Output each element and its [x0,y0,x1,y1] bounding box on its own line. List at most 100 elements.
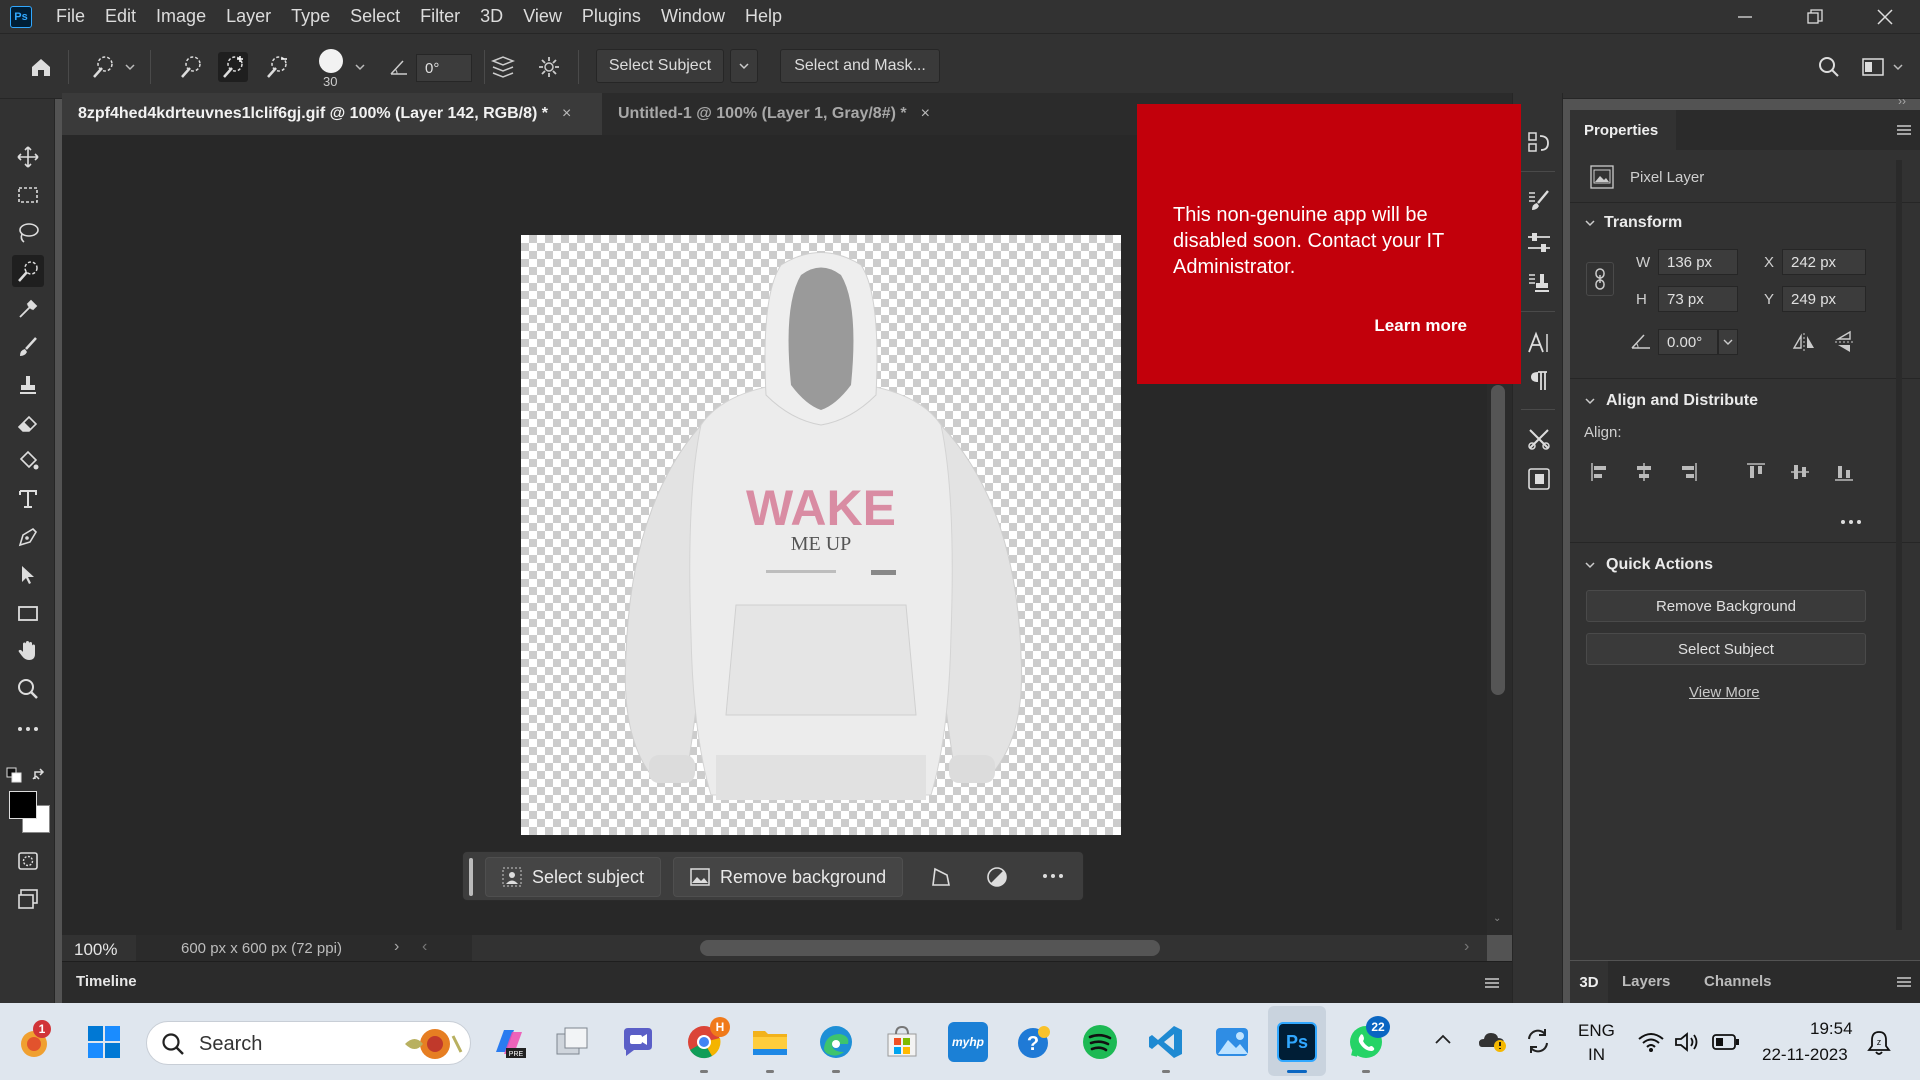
menu-edit[interactable]: Edit [95,0,146,33]
minimize-button[interactable] [1710,0,1780,33]
adjustments-sliders-icon[interactable] [1523,227,1555,259]
flip-vertical-icon[interactable] [1834,330,1854,354]
stamp-tool-icon[interactable] [12,369,44,401]
add-to-selection-icon[interactable] [218,52,248,82]
search-icon[interactable] [1814,52,1844,82]
rectangle-tool-icon[interactable] [12,597,44,629]
align-bottom-icon[interactable] [1834,462,1854,482]
clock-date[interactable]: 22-11-2023 [1762,1045,1848,1065]
subtract-from-selection-icon[interactable] [262,52,292,82]
paint-bucket-tool-icon[interactable] [12,445,44,477]
history-icon[interactable] [1523,127,1555,159]
align-left-icon[interactable] [1590,462,1610,482]
ctx-remove-background-button[interactable]: Remove background [673,857,904,897]
task-view-icon[interactable] [552,1022,592,1062]
angle-field[interactable]: 0.00° [1658,329,1718,355]
align-top-icon[interactable] [1746,462,1766,482]
sample-all-layers-icon[interactable] [488,52,518,82]
lasso-tool-icon[interactable] [12,217,44,249]
tab-active-document[interactable]: 8zpf4hed4kdrteuvnes1lclif6gj.gif @ 100% … [62,93,602,135]
quick-mask-icon[interactable] [12,845,44,877]
quick-selection-tool-icon[interactable] [12,255,44,287]
brush-size-preview-icon[interactable] [316,46,346,76]
scroll-down-icon[interactable]: ⌄ [1493,913,1501,924]
angle-field[interactable]: 0° [416,54,472,82]
document-info[interactable]: 600 px x 600 px (72 ppi) [181,940,342,957]
edge-icon[interactable] [816,1022,856,1062]
foreground-color-swatch[interactable] [9,791,37,819]
width-field[interactable]: 136 px [1658,249,1738,275]
quick-actions-title[interactable]: Quick Actions [1606,556,1713,574]
brushes-panel-icon[interactable] [1523,185,1555,217]
learn-more-link[interactable]: Learn more [1374,316,1467,336]
vscode-icon[interactable] [1146,1022,1186,1062]
remove-background-button[interactable]: Remove Background [1586,590,1866,622]
volume-icon[interactable] [1674,1031,1700,1053]
menu-view[interactable]: View [513,0,572,33]
default-colors-icon[interactable] [6,767,22,783]
brush-chevron-down-icon[interactable] [352,52,368,82]
scroll-left-icon[interactable]: ‹ [422,938,427,956]
align-more-icon[interactable] [1840,519,1862,525]
expand-panels-icon[interactable]: ›› [1898,94,1906,108]
paragraph-panel-icon[interactable] [1523,365,1555,397]
chevron-down-icon[interactable] [122,52,138,82]
align-title[interactable]: Align and Distribute [1606,392,1758,410]
wifi-icon[interactable] [1638,1031,1664,1053]
sync-icon[interactable] [1524,1027,1552,1055]
zoom-tool-icon[interactable] [12,673,44,705]
status-expand-icon[interactable]: › [394,938,399,956]
quick-selection-preset-icon[interactable] [88,52,118,82]
clock-time[interactable]: 19:54 [1810,1019,1853,1039]
align-vertical-center-icon[interactable] [1790,462,1810,482]
document-canvas[interactable]: WAKE ME UP [521,235,1121,835]
menu-layer[interactable]: Layer [216,0,281,33]
type-tool-icon[interactable] [12,483,44,515]
select-subject-dropdown[interactable] [730,49,758,83]
copilot-icon[interactable]: PRE [488,1022,528,1062]
restore-button[interactable] [1780,0,1850,33]
transform-icon[interactable] [929,865,953,889]
zoom-level[interactable]: 100% [74,940,117,960]
teams-chat-icon[interactable] [618,1022,658,1062]
close-button[interactable] [1850,0,1920,33]
battery-icon[interactable] [1712,1033,1740,1051]
hand-tool-icon[interactable] [12,635,44,667]
character-panel-icon[interactable] [1523,327,1555,359]
onedrive-warning-icon[interactable] [1478,1027,1508,1053]
vertical-scroll-thumb[interactable] [1491,385,1505,695]
photos-app-icon[interactable] [1212,1022,1252,1062]
select-subject-qa-button[interactable]: Select Subject [1586,633,1866,665]
photoshop-taskbar-icon[interactable]: Ps [1277,1022,1317,1062]
tools-crossed-icon[interactable] [1523,423,1555,455]
myhp-icon[interactable]: myhp [948,1022,988,1062]
height-field[interactable]: 73 px [1658,286,1738,312]
timeline-menu-icon[interactable] [1484,977,1500,989]
menu-plugins[interactable]: Plugins [572,0,651,33]
menu-help[interactable]: Help [735,0,792,33]
eraser-tool-icon[interactable] [12,407,44,439]
angle-dropdown[interactable] [1718,329,1738,355]
file-explorer-icon[interactable] [750,1022,790,1062]
menu-filter[interactable]: Filter [410,0,470,33]
notification-center-icon[interactable]: z [1866,1029,1892,1057]
workspace-icon[interactable] [1858,52,1888,82]
menu-image[interactable]: Image [146,0,216,33]
properties-menu-icon[interactable] [1896,124,1912,136]
close-tab-icon[interactable]: × [562,105,571,123]
align-horizontal-center-icon[interactable] [1634,462,1654,482]
path-selection-tool-icon[interactable] [12,559,44,591]
auto-enhance-gear-icon[interactable] [534,52,564,82]
workspace-chevron-down-icon[interactable] [1890,52,1906,82]
timeline-tab[interactable]: Timeline [76,973,137,990]
align-chevron-down-icon[interactable] [1584,395,1596,407]
align-right-icon[interactable] [1678,462,1698,482]
flip-horizontal-icon[interactable] [1792,332,1816,352]
pen-tool-icon[interactable] [12,521,44,553]
ctx-select-subject-button[interactable]: Select subject [485,857,662,897]
y-field[interactable]: 249 px [1782,286,1866,312]
menu-select[interactable]: Select [340,0,410,33]
home-icon[interactable] [26,52,56,82]
swap-colors-icon[interactable] [32,767,48,783]
marquee-tool-icon[interactable] [12,179,44,211]
